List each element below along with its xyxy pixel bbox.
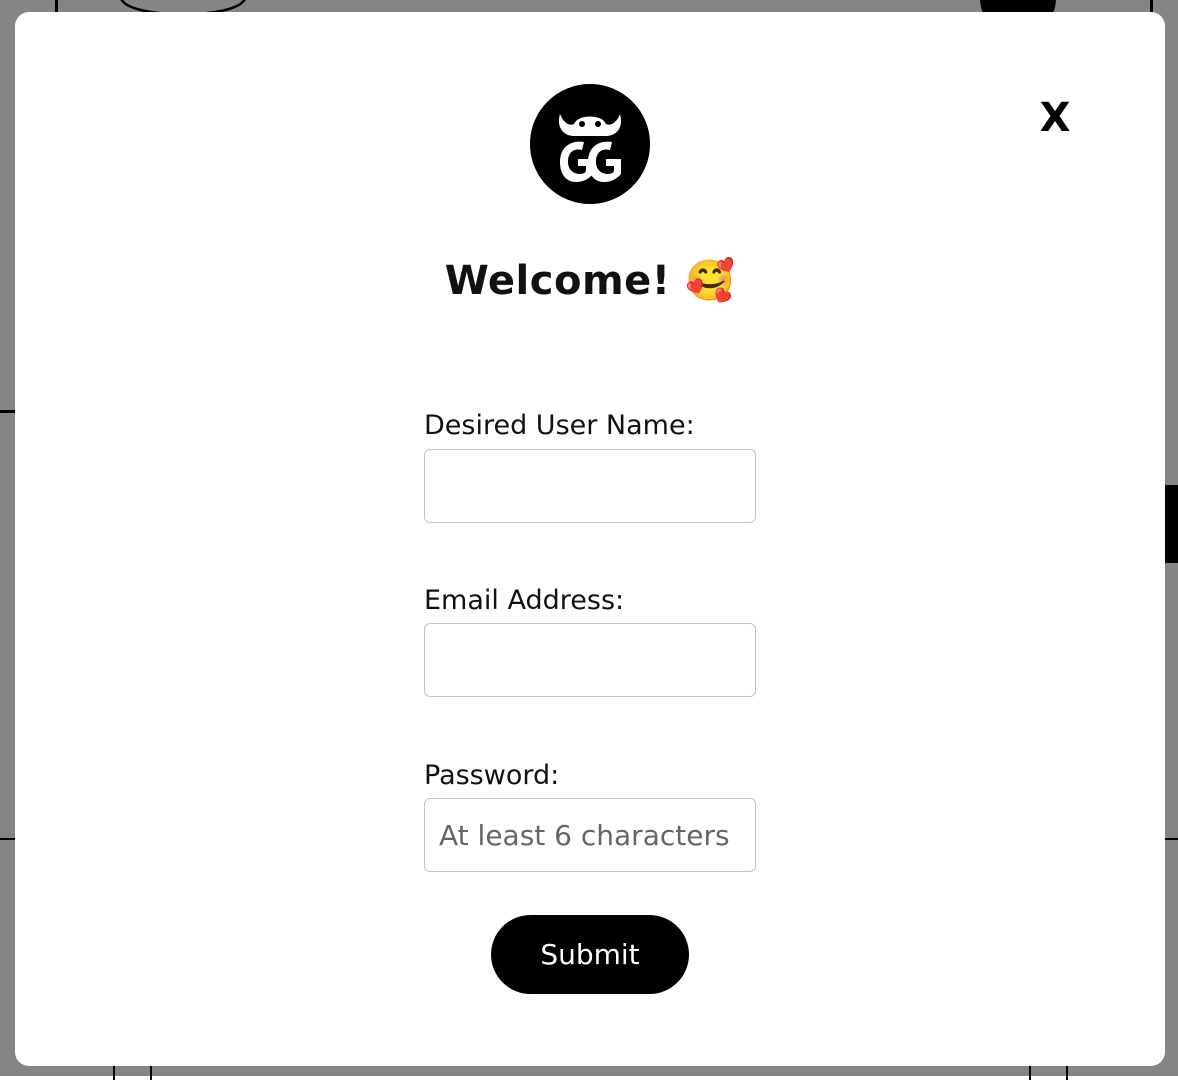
submit-button[interactable]: Submit [491,915,689,994]
username-label: Desired User Name: [424,410,695,441]
logo-icon [530,84,650,204]
password-label: Password: [424,760,560,791]
close-button[interactable]: X [1027,90,1083,146]
email-label: Email Address: [424,585,625,616]
signup-modal: X Welcome! 🥰 Desired User Name: Email Ad… [15,12,1165,1066]
welcome-heading: Welcome! 🥰 [444,258,736,304]
email-input[interactable] [424,623,756,697]
username-input[interactable] [424,449,756,523]
password-input[interactable] [424,798,756,872]
